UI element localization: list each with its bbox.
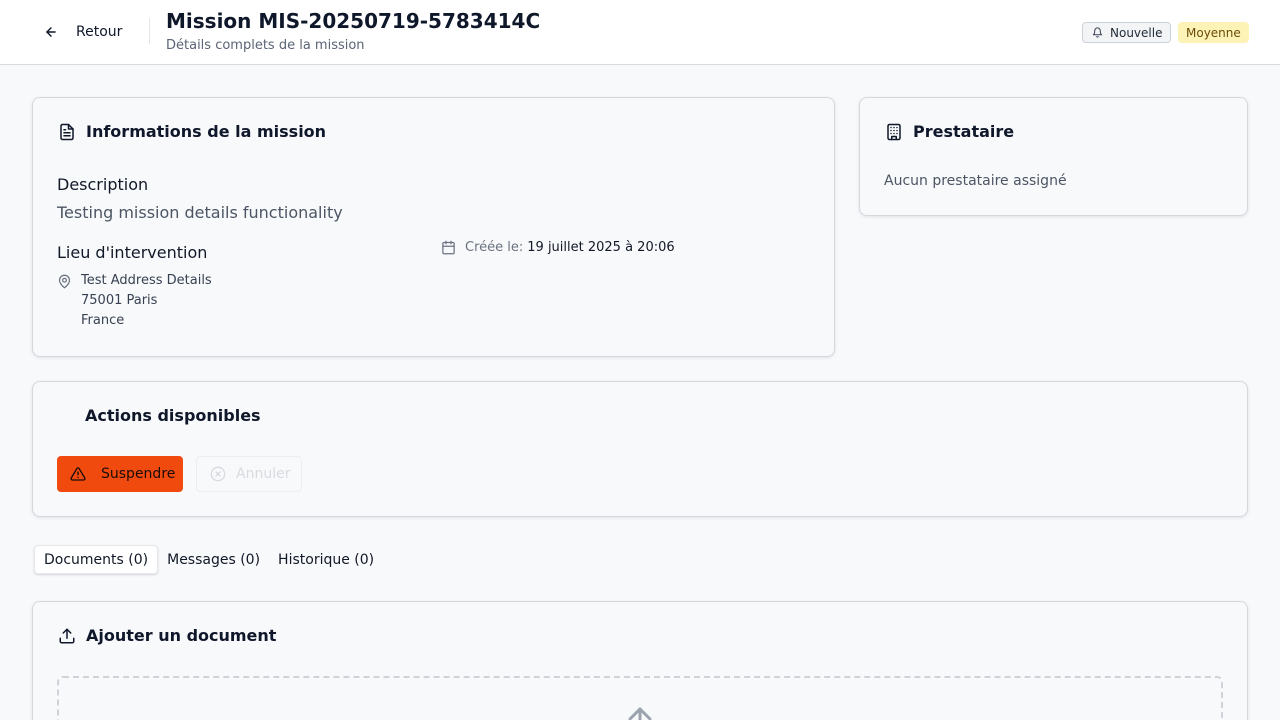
tab-documents[interactable]: Documents (0) <box>34 545 159 574</box>
address-line-3: France <box>81 313 125 328</box>
header-divider <box>149 18 150 44</box>
page-title: Mission MIS-20250719-5783414C <box>166 9 541 33</box>
priority-badge: Moyenne <box>1178 22 1249 43</box>
priority-badge-label: Moyenne <box>1186 25 1241 40</box>
tab-messages[interactable]: Messages (0) <box>158 545 269 574</box>
upload-arrow-icon <box>628 707 652 720</box>
description-label: Description <box>57 175 149 194</box>
address-line-1: Test Address Details <box>81 273 212 288</box>
provider-card <box>859 97 1248 216</box>
bell-icon <box>1092 27 1103 38</box>
suspend-label: Suspendre <box>101 466 176 482</box>
tab-list: Documents (0) Messages (0) Historique (0… <box>33 543 383 576</box>
suspend-button[interactable]: Suspendre <box>57 456 183 492</box>
building-icon <box>887 123 901 140</box>
upload-title-text: Ajouter un document <box>86 626 277 645</box>
created-date: Créée le: 19 juillet 2025 à 20:06 <box>441 240 675 255</box>
created-value: 19 juillet 2025 à 20:06 <box>527 240 675 255</box>
provider-title: Prestataire <box>885 122 1014 141</box>
actions-card <box>32 381 1248 517</box>
cancel-button[interactable]: Annuler <box>196 456 302 492</box>
back-button[interactable]: Retour <box>36 14 130 50</box>
upload-icon <box>59 628 75 643</box>
provider-title-text: Prestataire <box>913 122 1015 141</box>
arrow-left-icon <box>46 27 56 37</box>
provider-empty-text: Aucun prestataire assigné <box>884 173 1067 189</box>
location-label: Lieu d'intervention <box>57 243 208 262</box>
mission-info-title-text: Informations de la mission <box>86 122 327 141</box>
back-label: Retour <box>76 24 123 40</box>
created-label: Créée le: <box>465 240 524 255</box>
tab-historique[interactable]: Historique (0) <box>269 545 383 574</box>
alert-triangle-icon <box>70 467 86 481</box>
address-line-2: 75001 Paris <box>81 293 158 308</box>
upload-title: Ajouter un document <box>58 626 276 645</box>
status-badge-label: Nouvelle <box>1110 25 1163 40</box>
status-badge: Nouvelle <box>1082 22 1172 43</box>
calendar-icon <box>442 240 455 255</box>
circle-x-icon <box>210 466 226 482</box>
actions-title: Actions disponibles <box>85 406 261 425</box>
mission-info-title: Informations de la mission <box>58 122 326 141</box>
map-pin-icon <box>58 274 71 289</box>
file-text-icon <box>60 123 74 140</box>
page-subtitle: Détails complets de la mission <box>166 38 365 53</box>
description-value: Testing mission details functionality <box>57 203 343 222</box>
page-header: Retour Mission MIS-20250719-5783414C Dét… <box>0 0 1280 65</box>
cancel-label: Annuler <box>236 466 291 482</box>
